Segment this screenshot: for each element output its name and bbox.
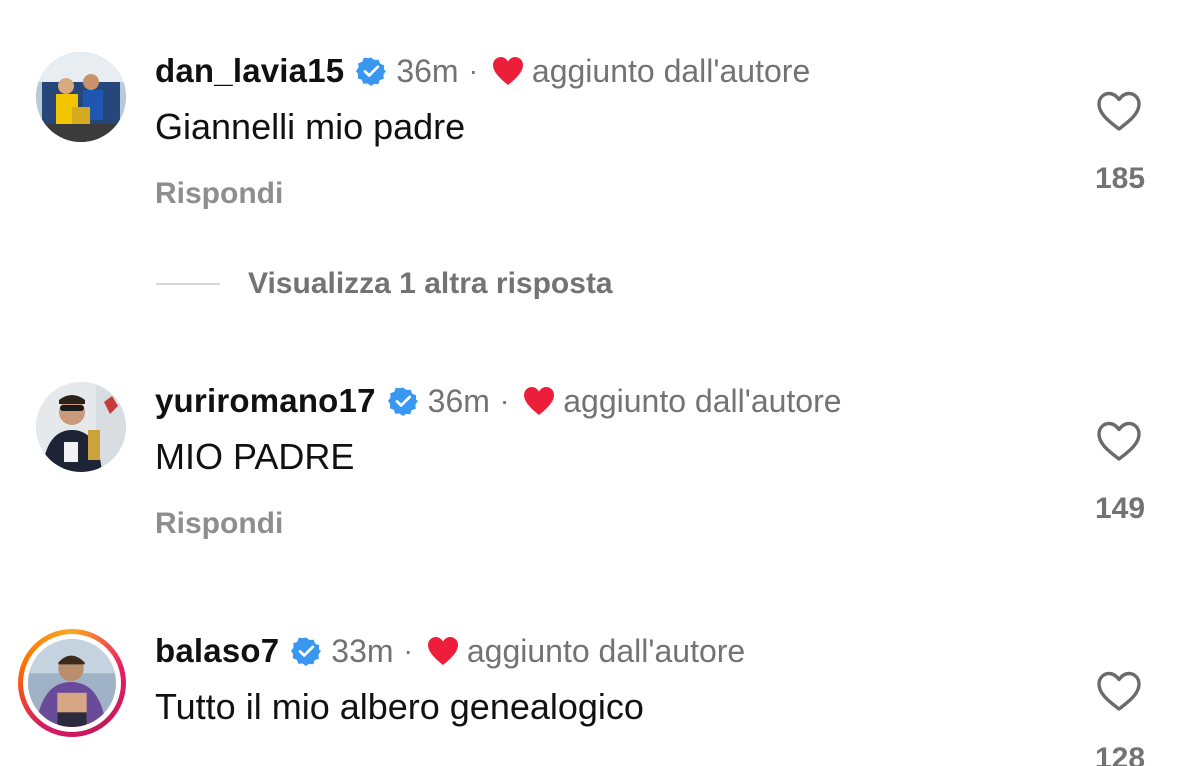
heart-filled-icon bbox=[492, 56, 524, 86]
comment-text: MIO PADRE bbox=[155, 436, 355, 477]
heart-outline-icon[interactable] bbox=[1096, 420, 1142, 462]
separator-dot: · bbox=[403, 635, 413, 666]
view-replies-label: Visualizza 1 altra risposta bbox=[248, 267, 613, 300]
comment-header: yuriromano17 36m · aggiunto dall'autore bbox=[155, 381, 842, 421]
avatar[interactable] bbox=[36, 382, 126, 472]
username[interactable]: dan_lavia15 bbox=[155, 52, 344, 90]
heart-outline-icon[interactable] bbox=[1096, 670, 1142, 712]
comment-item: balaso7 33m · aggiunto dall'autore Tutto… bbox=[0, 600, 1200, 766]
reply-button[interactable]: Rispondi bbox=[155, 177, 283, 211]
reply-button[interactable]: Rispondi bbox=[155, 507, 283, 541]
username[interactable]: balaso7 bbox=[155, 632, 279, 670]
author-liked-label: aggiunto dall'autore bbox=[466, 632, 746, 669]
like-count: 128 bbox=[1094, 742, 1146, 766]
avatar-story-ring[interactable] bbox=[18, 629, 126, 737]
comment-text: Tutto il mio albero genealogico bbox=[155, 686, 644, 727]
username[interactable]: yuriromano17 bbox=[155, 382, 376, 420]
like-count: 149 bbox=[1094, 492, 1146, 525]
comment-header: dan_lavia15 36m · aggiunto dall'autore bbox=[155, 51, 810, 91]
verified-badge-icon bbox=[356, 56, 387, 86]
avatar bbox=[23, 634, 121, 732]
verified-badge-icon bbox=[387, 386, 418, 416]
comment-header: balaso7 33m · aggiunto dall'autore bbox=[155, 631, 745, 671]
like-count: 185 bbox=[1094, 162, 1146, 195]
heart-filled-icon bbox=[427, 636, 459, 666]
avatar-photo bbox=[36, 52, 126, 142]
comment-item: yuriromano17 36m · aggiunto dall'autore … bbox=[0, 330, 1200, 600]
comments-page: dan_lavia15 36m · aggiunto dall'autore G… bbox=[0, 0, 1200, 766]
verified-badge-icon bbox=[291, 636, 322, 666]
separator-dot: · bbox=[499, 385, 510, 416]
separator-dot: · bbox=[468, 55, 478, 86]
author-liked-label: aggiunto dall'autore bbox=[563, 382, 842, 419]
heart-filled-icon bbox=[523, 386, 555, 416]
avatar-photo bbox=[36, 382, 126, 472]
comment-text: Giannelli mio padre bbox=[155, 106, 466, 147]
avatar[interactable] bbox=[36, 52, 126, 142]
divider-line bbox=[156, 283, 220, 285]
timestamp: 36m bbox=[427, 382, 490, 419]
timestamp: 36m bbox=[396, 52, 459, 89]
timestamp: 33m bbox=[331, 632, 394, 669]
heart-outline-icon[interactable] bbox=[1096, 90, 1142, 132]
avatar-photo bbox=[28, 639, 116, 727]
author-liked-label: aggiunto dall'autore bbox=[531, 52, 811, 89]
comment-item: dan_lavia15 36m · aggiunto dall'autore G… bbox=[0, 0, 1200, 330]
view-replies-button[interactable]: Visualizza 1 altra risposta bbox=[156, 264, 613, 304]
